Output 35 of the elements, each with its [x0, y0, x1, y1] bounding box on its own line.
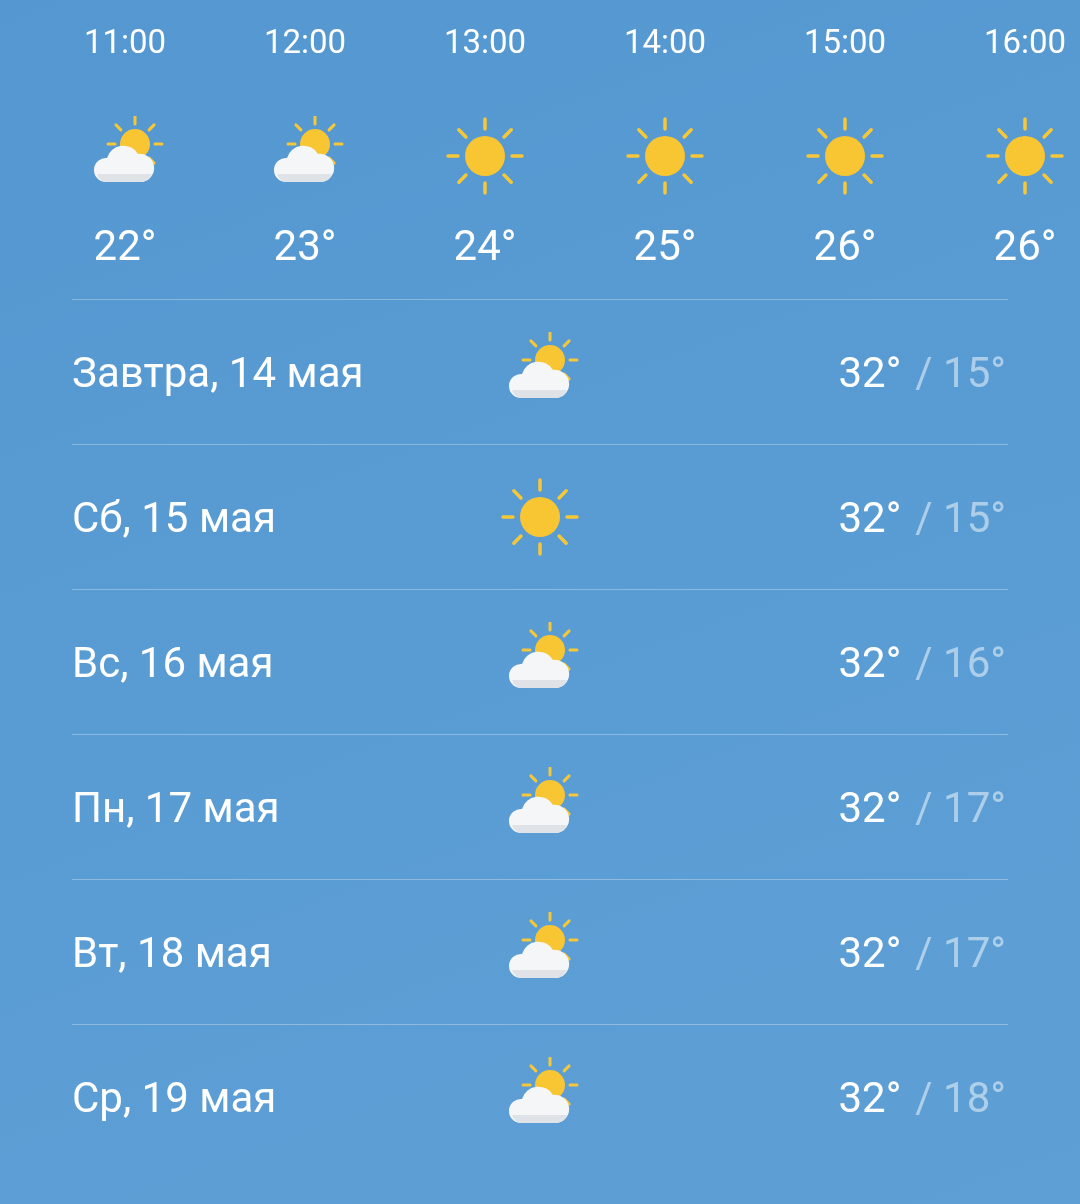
day-label: Вт, 18 мая: [72, 927, 273, 977]
high-temperature: 32°: [838, 347, 902, 397]
low-temperature: / 17°: [915, 782, 1006, 832]
hour-temperature: 22°: [93, 220, 157, 272]
sun-icon: [805, 116, 885, 196]
sun-icon: [500, 477, 580, 557]
high-temperature: 32°: [838, 637, 902, 687]
low-temperature: / 16°: [915, 637, 1006, 687]
hour-temperature: 26°: [813, 220, 877, 272]
day-label: Вс, 16 мая: [72, 637, 275, 687]
hour-label: 11:00: [83, 21, 167, 63]
hour-temperature: 25°: [633, 220, 697, 272]
day-label: Завтра, 14 мая: [72, 347, 365, 397]
day-label: Ср, 19 мая: [72, 1072, 278, 1122]
hour-temperature: 26°: [993, 220, 1057, 272]
day-label: Пн, 17 мая: [72, 782, 281, 832]
sun-icon: [625, 116, 705, 196]
sun-icon: [445, 116, 525, 196]
hour-temperature: 24°: [453, 220, 517, 272]
low-temperature: / 15°: [915, 492, 1006, 542]
high-temperature: 32°: [838, 492, 902, 542]
hour-label: 12:00: [263, 21, 347, 63]
high-temperature: 32°: [838, 1072, 902, 1122]
sun-icon: [985, 116, 1065, 196]
day-label: Сб, 15 мая: [72, 492, 277, 542]
hour-label: 14:00: [623, 21, 707, 63]
low-temperature: / 15°: [915, 347, 1006, 397]
low-temperature: / 18°: [915, 1072, 1006, 1122]
high-temperature: 32°: [838, 782, 902, 832]
hour-label: 13:00: [443, 21, 527, 63]
hour-label: 16:00: [983, 21, 1067, 63]
hour-temperature: 23°: [273, 220, 337, 272]
hour-label: 15:00: [803, 21, 887, 63]
low-temperature: / 17°: [915, 927, 1006, 977]
high-temperature: 32°: [838, 927, 902, 977]
